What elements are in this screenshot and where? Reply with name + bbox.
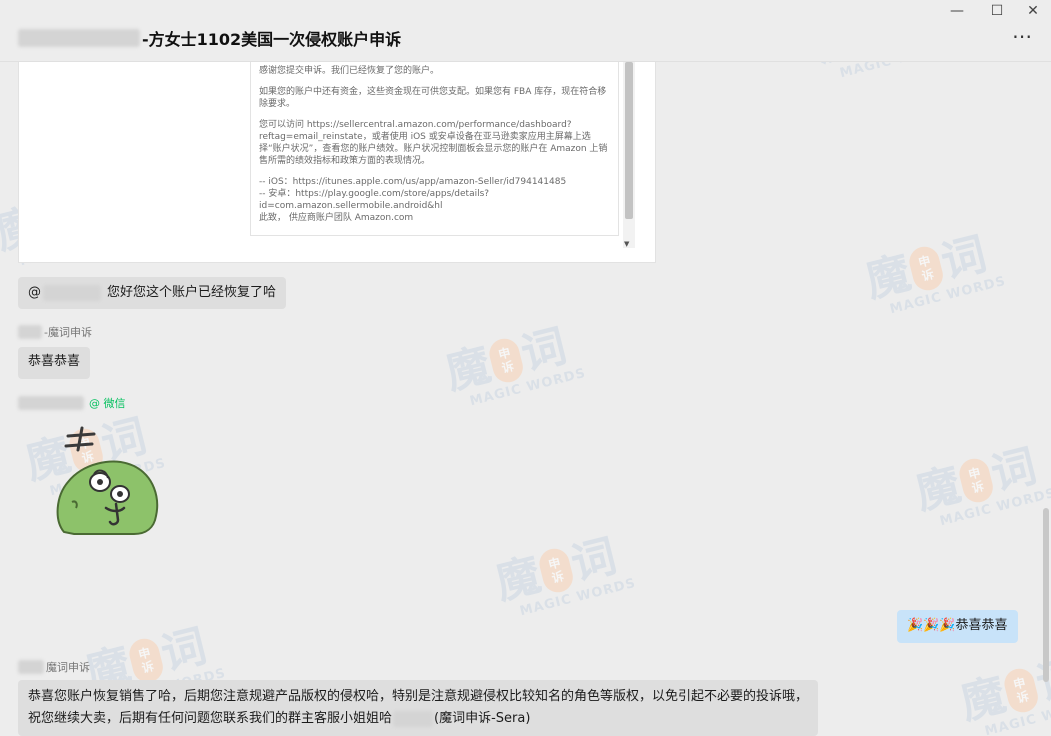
- message-bubble[interactable]: 恭喜恭喜: [18, 347, 91, 379]
- sender-name: 魔词申诉: [18, 659, 90, 675]
- redacted-name: [18, 396, 84, 410]
- email-scroll-thumb[interactable]: [625, 62, 633, 219]
- email-paragraph: 如果您的账户中还有资金，这些资金现在可供您支配。如果您有 FBA 库存，现在符合…: [259, 87, 607, 109]
- watermark-logo: 魔申诉词 MAGIC WORDS: [490, 530, 638, 620]
- wechat-tag: @ 微信: [89, 397, 126, 410]
- chat-title: -方女士1102美国一次侵权账户申诉: [18, 26, 401, 50]
- message-text: 您好您这个账户已经恢复了哈: [107, 285, 277, 300]
- message-text: 恭喜您账户恢复销售了哈，后期您注意规避产品版权的侵权哈，特别是注意规避侵权比较知…: [28, 689, 809, 704]
- redacted-name: [18, 29, 140, 47]
- redacted-mention: [43, 285, 101, 301]
- email-paragraph: 您可以访问 https://sellercentral.amazon.com/p…: [259, 120, 608, 166]
- cartoon-green-blob-sticker-icon[interactable]: [54, 424, 162, 538]
- minimize-icon[interactable]: —: [945, 2, 969, 20]
- title-bar: -方女士1102美国一次侵权账户申诉 — ☐ ✕ ⋯: [0, 0, 1051, 62]
- message-text-line: 祝您继续大卖，后期有任何问题您联系我们的群主客服小姐姐哈 (魔词申诉-Sera): [28, 711, 531, 727]
- message-bubble[interactable]: 恭喜您账户恢复销售了哈，后期您注意规避产品版权的侵权哈，特别是注意规避侵权比较知…: [18, 680, 818, 736]
- maximize-icon[interactable]: ☐: [985, 2, 1009, 20]
- email-body: 感谢您提交申诉。我们已经恢复了您的账户。 如果您的账户中还有资金，这些资金现在可…: [250, 62, 619, 236]
- email-paragraph: 感谢您提交申诉。我们已经恢复了您的账户。: [259, 66, 440, 76]
- self-message-bubble[interactable]: 🎉🎉🎉恭喜恭喜: [897, 610, 1018, 643]
- message-bubble[interactable]: @ 您好您这个账户已经恢复了哈: [18, 277, 287, 309]
- sender-name: @ 微信: [18, 395, 126, 411]
- close-icon[interactable]: ✕: [1021, 2, 1045, 20]
- watermark-logo: 魔申诉词 MAGIC WORDS: [910, 440, 1051, 530]
- watermark-logo: 魔申诉词 MAGIC WORDS: [955, 650, 1051, 736]
- chat-scrollbar[interactable]: [1043, 508, 1049, 682]
- redacted-contact: [393, 711, 434, 727]
- message-text: 恭喜恭喜: [28, 354, 81, 369]
- message-list: 魔申诉词 MAGIC WORDS 魔申诉词 MAGIC WORDS 魔申诉词 M…: [0, 62, 1051, 736]
- watermark-logo: 魔申诉词 MAGIC WORDS: [811, 62, 999, 113]
- email-paragraph: -- iOS：https://itunes.apple.com/us/app/a…: [259, 177, 567, 223]
- redacted-name: [18, 325, 42, 339]
- sender-name: -魔词申诉: [18, 324, 92, 340]
- redacted-name: [18, 660, 44, 674]
- scroll-down-arrow-icon[interactable]: ▼: [624, 240, 629, 248]
- more-options-icon[interactable]: ⋯: [1012, 24, 1033, 48]
- watermark-logo: 魔申诉词 MAGIC WORDS: [860, 228, 1008, 318]
- watermark-logo: 魔申诉词 MAGIC WORDS: [440, 320, 588, 410]
- email-screenshot-message[interactable]: 感谢您提交申诉。我们已经恢复了您的账户。 如果您的账户中还有资金，这些资金现在可…: [18, 62, 656, 263]
- mention-at: @: [28, 285, 41, 300]
- chat-title-text: -方女士1102美国一次侵权账户申诉: [142, 30, 402, 49]
- message-text: 🎉🎉🎉恭喜恭喜: [907, 618, 1008, 633]
- email-scrollbar[interactable]: ▼: [623, 62, 635, 248]
